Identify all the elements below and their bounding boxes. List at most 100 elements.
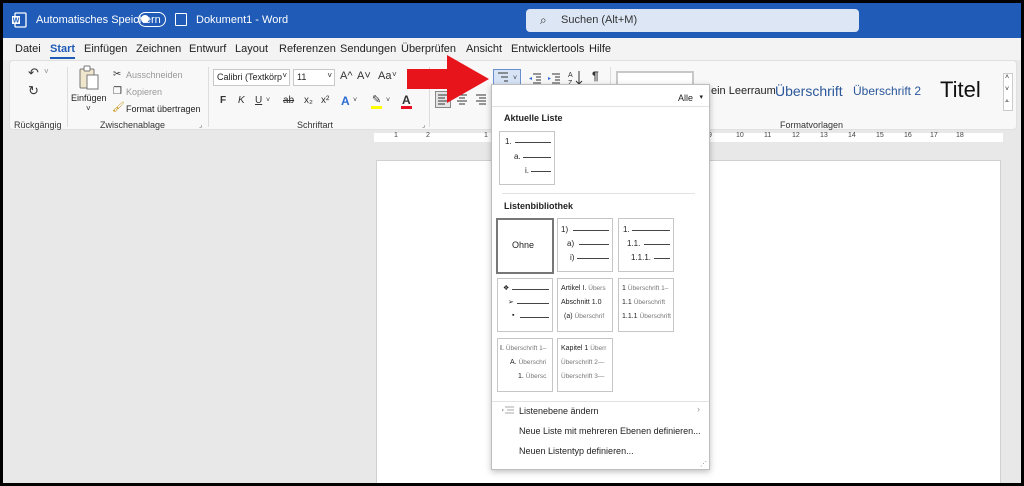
list-decimal-tile[interactable]: 1. 1.1. 1.1.1. <box>618 218 674 272</box>
font-launcher-icon[interactable]: ⌟ <box>422 121 425 129</box>
paste-button[interactable]: Einfügen <box>71 93 107 103</box>
chevron-up-icon[interactable]: ˄ <box>1005 74 1009 81</box>
ruler-label: 15 <box>876 132 884 139</box>
tab-entwurf[interactable]: Entwurf <box>189 43 226 55</box>
chevron-down-icon[interactable]: ˅ <box>392 70 397 79</box>
search-icon: ⌕ <box>540 13 547 27</box>
style-heading1[interactable]: Überschrift <box>775 83 843 99</box>
list-heading-numbered-tile[interactable]: 1 Überschrift 1– 1.1 Überschrift 1.1.1 Ü… <box>618 278 674 332</box>
tile-text: a) <box>567 239 575 248</box>
group-label-styles: Formatvorlagen <box>780 120 844 130</box>
ruler-label: 13 <box>820 132 828 139</box>
paste-dropdown-icon[interactable]: ˅ <box>86 104 91 113</box>
tab-layout[interactable]: Layout <box>235 43 268 55</box>
search-placeholder: Suchen (Alt+M) <box>561 14 638 26</box>
list-numbered-tile[interactable]: 1) a) i) <box>557 218 613 272</box>
highlight-icon[interactable]: ✎ <box>372 93 381 106</box>
tile-text: 1.1.1. <box>631 253 652 262</box>
superscript-button[interactable]: x² <box>321 95 329 106</box>
decrease-indent-icon[interactable] <box>528 71 542 85</box>
font-name-combo[interactable]: Calibri (Textkörp ˅ <box>213 69 290 86</box>
bold-button[interactable]: F <box>220 95 226 106</box>
search-box[interactable]: ⌕ Suchen (Alt+M) <box>526 9 859 32</box>
tile-line <box>654 258 670 259</box>
undo-dropdown-icon[interactable]: ˅ <box>44 67 49 76</box>
cut-button[interactable]: Ausschneiden <box>126 70 183 80</box>
chevron-down-icon[interactable]: ˅ <box>386 97 390 104</box>
triangle-down-icon[interactable]: ▾ <box>699 93 703 101</box>
define-list-style-item[interactable]: Neuen Listentyp definieren... <box>519 446 634 456</box>
chevron-down-icon[interactable]: ˅ <box>1005 86 1009 93</box>
grow-font-button[interactable]: A^ <box>340 70 353 82</box>
tile-line <box>531 171 551 172</box>
define-multilevel-list-item[interactable]: Neue Liste mit mehreren Ebenen definiere… <box>519 426 701 436</box>
subscript-button[interactable]: x₂ <box>304 95 313 106</box>
tile-text: Überschrift <box>633 299 666 306</box>
autosave-toggle[interactable] <box>138 12 166 27</box>
tab-einfuegen[interactable]: Einfügen <box>84 43 127 55</box>
arrow-bullet-icon: ➢ <box>508 299 514 306</box>
redo-icon[interactable]: ↻ <box>28 83 39 99</box>
tile-line <box>579 244 609 245</box>
change-case-button[interactable]: Aa <box>378 70 391 82</box>
svg-text:W: W <box>13 18 20 25</box>
divider <box>492 106 709 107</box>
list-kapitel-tile[interactable]: Kapitel 1 Überr Überschrift 2— Überschri… <box>557 338 613 392</box>
word-logo-icon: W <box>12 12 27 28</box>
tab-datei[interactable]: Datei <box>15 43 41 55</box>
tab-hilfe[interactable]: Hilfe <box>589 43 611 55</box>
styles-scroll[interactable]: ˄ ˅ ⩡ <box>1003 73 1013 111</box>
ruler-label: 17 <box>930 132 938 139</box>
style-heading2[interactable]: Überschrift 2 <box>853 84 921 98</box>
style-no-spacing[interactable]: ein Leerraum <box>711 85 776 97</box>
text-effects-icon[interactable]: A <box>341 94 350 108</box>
font-size-value: 11 <box>297 72 307 82</box>
pilcrow-button[interactable]: ¶ <box>592 69 599 83</box>
highlight-color-bar <box>371 106 382 109</box>
chevron-down-icon[interactable]: ˅ <box>353 97 357 104</box>
ruler-label: 10 <box>736 132 744 139</box>
underline-button[interactable]: U <box>255 95 262 106</box>
list-roman-tile[interactable]: I. Überschrift 1– A. Überschri 1. Übersc <box>497 338 553 392</box>
tile-line <box>577 258 609 259</box>
tab-referenzen[interactable]: Referenzen <box>279 43 336 55</box>
format-painter-button[interactable]: Format übertragen <box>126 104 201 114</box>
vertical-ruler[interactable] <box>6 153 15 483</box>
tab-zeichnen[interactable]: Zeichnen <box>136 43 181 55</box>
group-separator <box>67 67 68 127</box>
shrink-font-button[interactable]: A˅ <box>357 70 371 82</box>
list-none-tile[interactable]: Ohne <box>496 218 554 274</box>
italic-button[interactable]: K <box>238 95 245 106</box>
change-list-level-item: Listenebene ändern <box>519 406 599 416</box>
tab-entwicklertools[interactable]: Entwicklertools <box>511 43 584 55</box>
tab-sendungen[interactable]: Sendungen <box>340 43 396 55</box>
list-artikel-tile[interactable]: Artikel I. Übers Abschnitt 1.0 (a) Übers… <box>557 278 613 332</box>
filter-all[interactable]: Alle <box>678 93 693 103</box>
style-title[interactable]: Titel <box>940 77 981 103</box>
tab-start[interactable]: Start <box>50 43 76 59</box>
tile-line <box>644 244 670 245</box>
tab-ansicht[interactable]: Ansicht <box>466 43 502 55</box>
tile-text: 1. <box>623 225 630 234</box>
tile-text: 1. <box>518 373 524 380</box>
chevron-down-icon[interactable]: ˅ <box>266 97 270 104</box>
strikethrough-button[interactable]: ab <box>283 95 294 106</box>
menu-bar: Datei Start Einfügen Zeichnen Entwurf La… <box>3 38 1021 60</box>
diamond-bullet-icon: ❖ <box>503 285 510 292</box>
undo-icon[interactable]: ↶ <box>28 65 39 81</box>
tile-line <box>517 303 549 304</box>
paste-icon[interactable] <box>78 65 100 91</box>
more-styles-icon[interactable]: ⩡ <box>1005 98 1009 106</box>
save-icon[interactable] <box>175 13 187 26</box>
ruler-label: 1 <box>394 132 398 139</box>
current-list-tile[interactable]: 1. a. i. <box>499 131 555 185</box>
tab-ueberpruefen[interactable]: Überprüfen <box>401 43 456 55</box>
list-bullets-tile[interactable]: ❖ ➢ ▪ <box>497 278 553 332</box>
copy-button[interactable]: Kopieren <box>126 87 162 97</box>
resize-grip-icon[interactable]: ⋰ <box>700 460 707 468</box>
tile-text: Kapitel 1 <box>561 345 589 352</box>
tile-text: Überschrift 3— <box>561 373 605 380</box>
increase-indent-icon[interactable] <box>547 71 561 85</box>
font-size-combo[interactable]: 11 ˅ <box>293 69 335 86</box>
clipboard-launcher-icon[interactable]: ⌟ <box>199 121 202 129</box>
